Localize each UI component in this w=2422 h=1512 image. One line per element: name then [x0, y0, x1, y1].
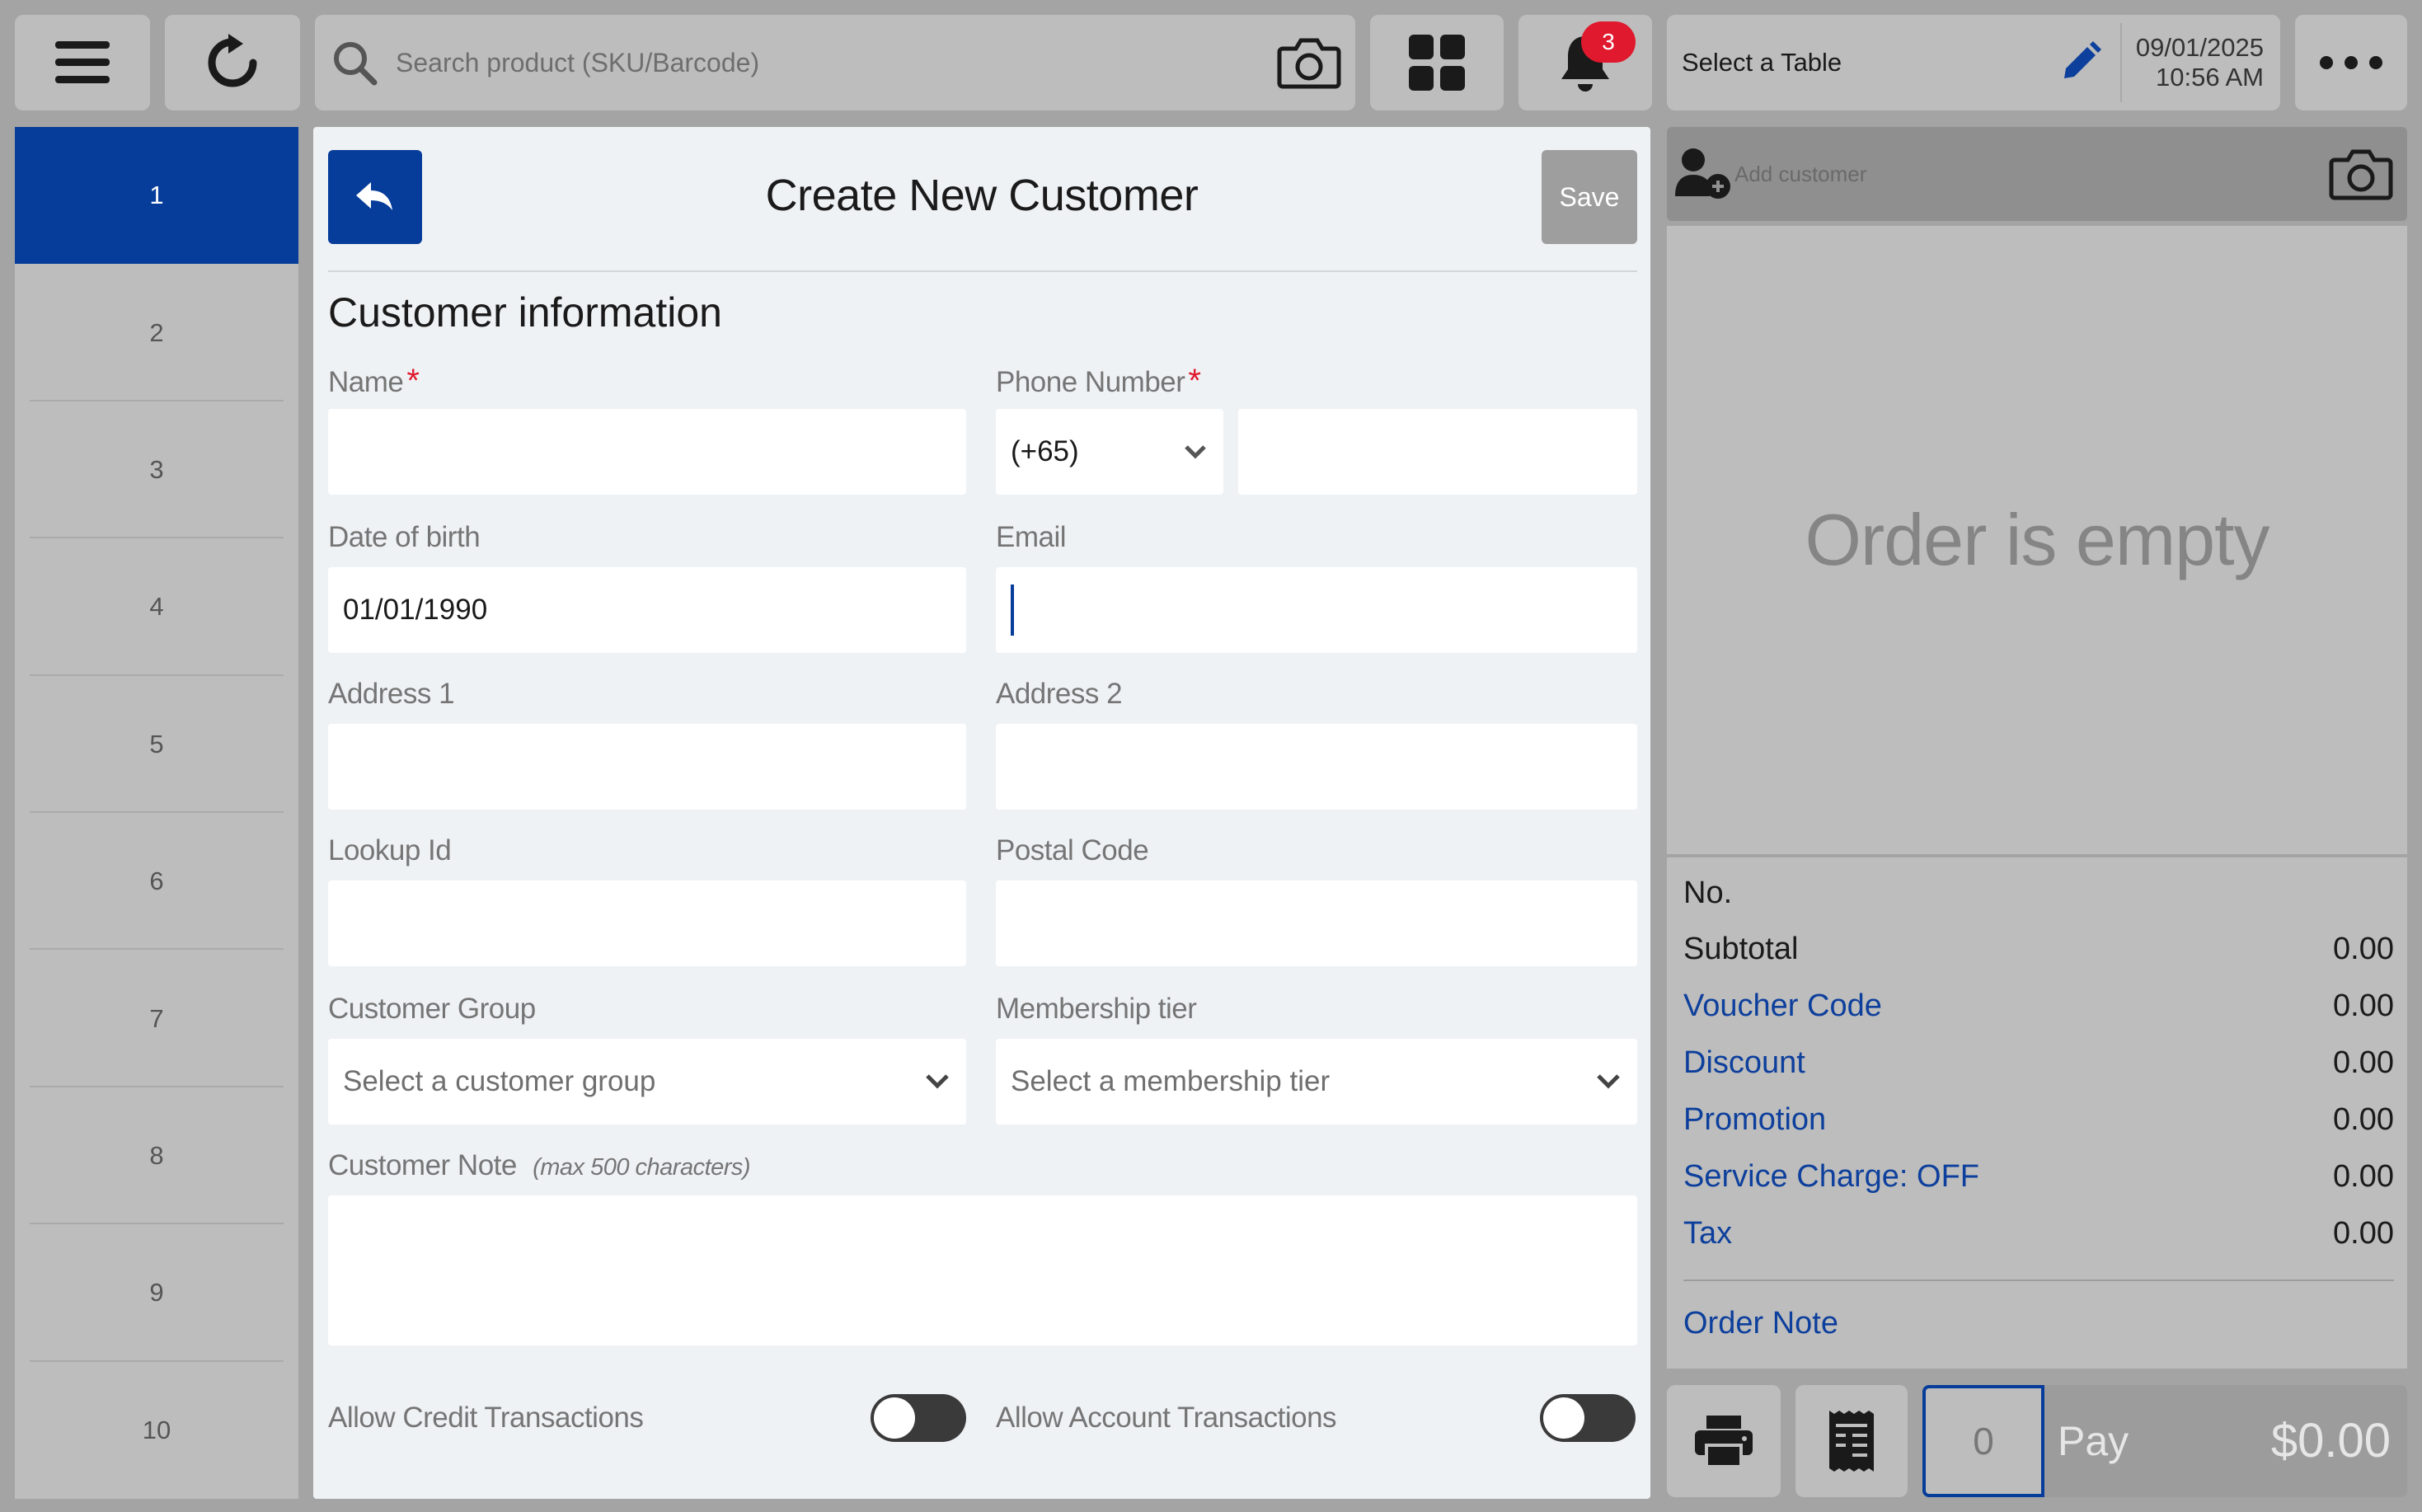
pay-button[interactable]: 0 Pay $0.00 [1922, 1385, 2407, 1497]
summary-divider [1683, 1280, 2394, 1281]
order-items-area: Order is empty [1667, 226, 2407, 854]
add-customer-bar[interactable]: Add customer [1667, 127, 2407, 221]
customer-group-label: Customer Group [328, 993, 536, 1025]
address2-input[interactable] [996, 724, 1637, 810]
refresh-button[interactable] [165, 15, 300, 110]
customer-note-textarea[interactable] [328, 1195, 1637, 1345]
tab-3[interactable]: 3 [15, 401, 298, 539]
required-mark: * [1188, 363, 1201, 399]
search-input[interactable]: Search product (SKU/Barcode) [396, 48, 1276, 78]
search-icon [334, 42, 378, 86]
create-customer-panel: Create New Customer Save Customer inform… [313, 127, 1650, 1499]
allow-credit-label: Allow Credit Transactions [328, 1402, 644, 1434]
address2-label: Address 2 [996, 678, 1123, 710]
allow-account-toggle[interactable] [1540, 1394, 1636, 1442]
empty-order-message: Order is empty [1805, 499, 2269, 580]
table-selector[interactable]: Select a Table 09/01/2025 10:56 AM [1667, 15, 2280, 110]
datetime: 09/01/2025 10:56 AM [2136, 33, 2264, 92]
tab-1[interactable]: 1 [15, 127, 298, 265]
postal-code-label: Postal Code [996, 834, 1149, 866]
hamburger-icon [55, 41, 110, 83]
note-hint: (max 500 characters) [533, 1154, 751, 1181]
customer-note-label: Customer Note (max 500 characters) [328, 1149, 751, 1181]
text-cursor [1011, 585, 1014, 636]
dob-label: Date of birth [328, 521, 481, 553]
order-tabs: 1 2 3 4 5 6 7 8 9 10 [15, 127, 298, 1499]
more-horizontal-icon [2320, 56, 2382, 69]
order-number-label: No. [1683, 876, 1733, 910]
summary-row-voucher[interactable]: Voucher Code 0.00 [1683, 988, 2394, 1024]
name-input[interactable] [328, 409, 966, 495]
date-text: 09/01/2025 [2135, 33, 2264, 62]
tab-8[interactable]: 8 [15, 1087, 298, 1225]
add-user-icon [1675, 148, 1730, 199]
more-options-button[interactable] [2295, 15, 2407, 110]
receipt-button[interactable] [1795, 1385, 1908, 1497]
pencil-icon[interactable] [2058, 40, 2102, 85]
order-summary: No. Subtotal 0.00 Voucher Code 0.00 Disc… [1667, 857, 2407, 1369]
summary-row-subtotal: Subtotal 0.00 [1683, 932, 2394, 966]
add-customer-input[interactable]: Add customer [1734, 127, 1866, 221]
tab-4[interactable]: 4 [15, 538, 298, 676]
tab-6[interactable]: 6 [15, 813, 298, 951]
refresh-icon [208, 34, 257, 87]
chevron-down-icon [1185, 445, 1206, 459]
phone-label: Phone Number * [996, 363, 1201, 399]
tab-5[interactable]: 5 [15, 676, 298, 814]
lookup-id-label: Lookup Id [328, 834, 452, 866]
dob-input[interactable]: 01/01/1990 [328, 567, 966, 653]
name-label: Name * [328, 363, 420, 399]
summary-row-promotion[interactable]: Promotion 0.00 [1683, 1102, 2394, 1138]
pay-amount: $0.00 [2270, 1414, 2391, 1467]
allow-account-label: Allow Account Transactions [996, 1402, 1337, 1434]
printer-icon [1695, 1416, 1753, 1468]
section-title: Customer information [328, 289, 722, 336]
grid-icon [1409, 35, 1465, 91]
tab-10[interactable]: 10 [15, 1362, 298, 1499]
order-note-link[interactable]: Order Note [1683, 1306, 2394, 1341]
allow-credit-toggle[interactable] [871, 1394, 966, 1442]
pay-label: Pay [2058, 1418, 2129, 1464]
address1-input[interactable] [328, 724, 966, 810]
summary-row-service-charge[interactable]: Service Charge: OFF 0.00 [1683, 1159, 2394, 1195]
notifications-button[interactable]: 3 [1518, 15, 1652, 110]
summary-row-discount[interactable]: Discount 0.00 [1683, 1045, 2394, 1081]
summary-row-tax[interactable]: Tax 0.00 [1683, 1216, 2394, 1251]
product-search-bar[interactable]: Search product (SKU/Barcode) [315, 15, 1355, 110]
email-input[interactable] [996, 567, 1637, 653]
quantity-box[interactable]: 0 [1922, 1385, 2044, 1497]
phone-number-input[interactable] [1238, 409, 1637, 495]
toggle-knob [874, 1397, 915, 1439]
notification-count: 3 [1602, 29, 1615, 54]
notification-badge: 3 [1581, 21, 1636, 63]
camera-icon[interactable] [2328, 147, 2394, 201]
page-title: Create New Customer [765, 171, 1199, 220]
postal-code-input[interactable] [996, 880, 1637, 966]
membership-tier-label: Membership tier [996, 993, 1197, 1025]
time-text: 10:56 AM [2156, 63, 2264, 92]
print-button[interactable] [1667, 1385, 1781, 1497]
required-mark: * [406, 363, 420, 399]
chevron-down-icon [926, 1074, 949, 1089]
lookup-id-input[interactable] [328, 880, 966, 966]
tab-2[interactable]: 2 [15, 264, 298, 402]
chevron-down-icon [1597, 1074, 1620, 1089]
phone-code-select[interactable]: (+65) [996, 409, 1223, 495]
tab-9[interactable]: 9 [15, 1224, 298, 1362]
customer-group-select[interactable]: Select a customer group [328, 1039, 966, 1125]
address1-label: Address 1 [328, 678, 455, 710]
grid-view-button[interactable] [1370, 15, 1504, 110]
receipt-icon [1829, 1411, 1874, 1472]
header-divider [328, 270, 1637, 272]
order-number-row: No. [1683, 876, 2394, 911]
camera-icon[interactable] [1276, 35, 1342, 90]
email-label: Email [996, 521, 1067, 553]
menu-button[interactable] [15, 15, 150, 110]
table-label: Select a Table [1682, 48, 1842, 77]
save-button[interactable]: Save [1542, 150, 1637, 244]
membership-tier-select[interactable]: Select a membership tier [996, 1039, 1637, 1125]
toggle-knob [1543, 1397, 1584, 1439]
divider [2120, 23, 2122, 102]
tab-7[interactable]: 7 [15, 950, 298, 1088]
